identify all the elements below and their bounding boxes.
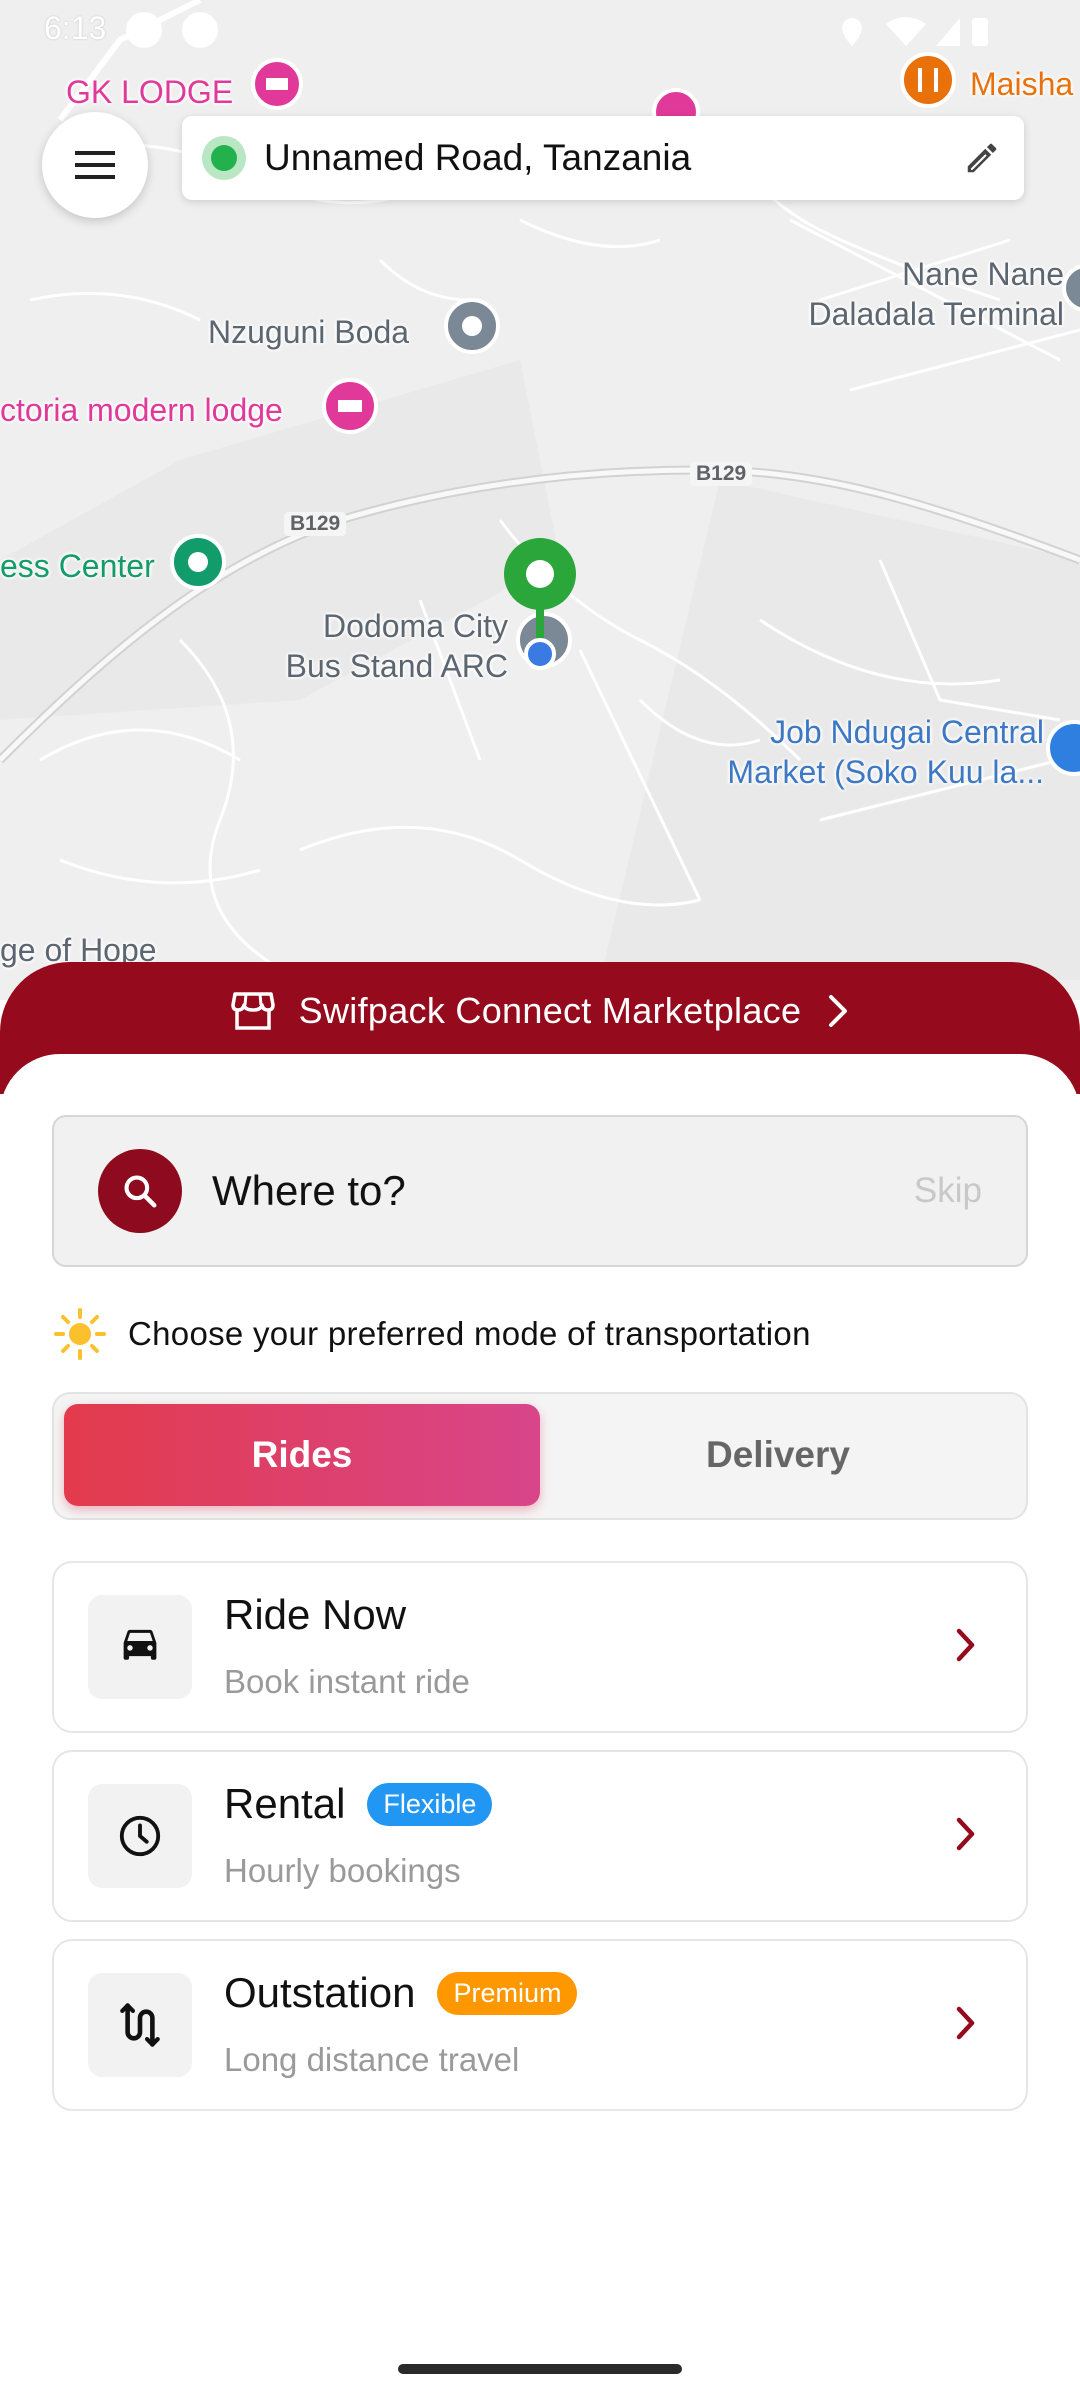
- map-label-nzuguni-boda[interactable]: Nzuguni Boda: [208, 312, 409, 352]
- chevron-right-icon: [829, 995, 848, 1027]
- option-subtitle: Book instant ride: [224, 1663, 470, 1700]
- marketplace-banner-label: Swifpack Connect Marketplace: [298, 990, 802, 1031]
- clock-icon: [88, 1784, 192, 1888]
- option-rental[interactable]: Rental Flexible Hourly bookings: [52, 1750, 1028, 1922]
- where-to-placeholder: Where to?: [212, 1167, 406, 1214]
- map-label-nane-nane-line1: Nane Nane: [902, 256, 1064, 292]
- mode-prompt-text: Choose your preferred mode of transporta…: [128, 1315, 811, 1352]
- car-icon: [88, 1595, 192, 1699]
- map-label-bus-stand-line1: Dodoma City: [323, 608, 508, 644]
- badge-premium: Premium: [437, 1971, 578, 2015]
- menu-button[interactable]: [42, 112, 148, 218]
- pencil-icon: [967, 143, 997, 173]
- road-shield-b129-west: B129: [284, 512, 347, 536]
- map-label-gk-lodge[interactable]: GK LODGE: [66, 72, 233, 112]
- edit-address-button[interactable]: [940, 116, 1024, 200]
- tab-delivery[interactable]: Delivery: [540, 1404, 1016, 1506]
- sun-icon: [54, 1308, 106, 1360]
- road-shield-b129: B129: [690, 462, 753, 486]
- option-subtitle: Long distance travel: [224, 2041, 520, 2078]
- mode-prompt: Choose your preferred mode of transporta…: [54, 1308, 811, 1360]
- pickup-address-bar[interactable]: Unnamed Road, Tanzania: [182, 116, 1024, 200]
- chevron-right-icon: [956, 2006, 975, 2040]
- gk-lodge-pin: [251, 58, 303, 110]
- route-icon: [88, 1973, 192, 2077]
- option-title: Ride Now: [224, 1591, 407, 1638]
- skip-button[interactable]: Skip: [914, 1171, 982, 1211]
- home-indicator[interactable]: [398, 2364, 682, 2374]
- tab-rides[interactable]: Rides: [64, 1404, 540, 1506]
- status-notification-icon-2: [182, 12, 218, 48]
- nzuguni-pin: [444, 298, 500, 354]
- map-label-nane-nane[interactable]: Nane Nane Daladala Terminal: [770, 254, 1064, 334]
- status-system-icons: [842, 17, 988, 46]
- victoria-lodge-pin: [322, 378, 378, 434]
- map-label-market-line2: Market (Soko Kuu la...: [727, 754, 1044, 790]
- option-ride-now[interactable]: Ride Now Book instant ride: [52, 1561, 1028, 1733]
- map-label-nane-nane-line2: Daladala Terminal: [808, 296, 1064, 332]
- status-time: 6:13: [44, 10, 107, 46]
- map-label-market-line1: Job Ndugai Central: [770, 714, 1044, 750]
- search-icon: [98, 1149, 182, 1233]
- maisha-pin: [900, 52, 956, 108]
- option-outstation[interactable]: Outstation Premium Long distance travel: [52, 1939, 1028, 2111]
- map-label-bus-stand[interactable]: Dodoma City Bus Stand ARC: [264, 606, 508, 686]
- pickup-address-text: Unnamed Road, Tanzania: [264, 137, 692, 178]
- business-center-pin: [170, 534, 226, 590]
- storefront-icon: [230, 992, 275, 1030]
- option-subtitle: Hourly bookings: [224, 1852, 461, 1889]
- badge-flexible: Flexible: [367, 1782, 493, 1826]
- where-to-search[interactable]: Where to? Skip: [52, 1115, 1028, 1267]
- hamburger-menu-icon: [75, 151, 115, 179]
- map-label-business-center[interactable]: ess Center: [0, 546, 155, 586]
- mode-tabs: Rides Delivery: [52, 1392, 1028, 1520]
- chevron-right-icon: [956, 1817, 975, 1851]
- map-label-victoria-lodge[interactable]: ctoria modern lodge: [0, 390, 283, 430]
- option-title: Rental: [224, 1780, 346, 1827]
- map-label-central-market[interactable]: Job Ndugai Central Market (Soko Kuu la..…: [690, 712, 1044, 792]
- map-label-bus-stand-line2: Bus Stand ARC: [285, 648, 508, 684]
- chevron-right-icon: [956, 1628, 975, 1662]
- pickup-dot-icon: [202, 136, 246, 180]
- option-title: Outstation: [224, 1969, 416, 2016]
- status-bar: 6:13: [0, 0, 1080, 60]
- map-label-maisha[interactable]: Maisha: [970, 64, 1073, 104]
- status-notification-icon: [126, 12, 162, 48]
